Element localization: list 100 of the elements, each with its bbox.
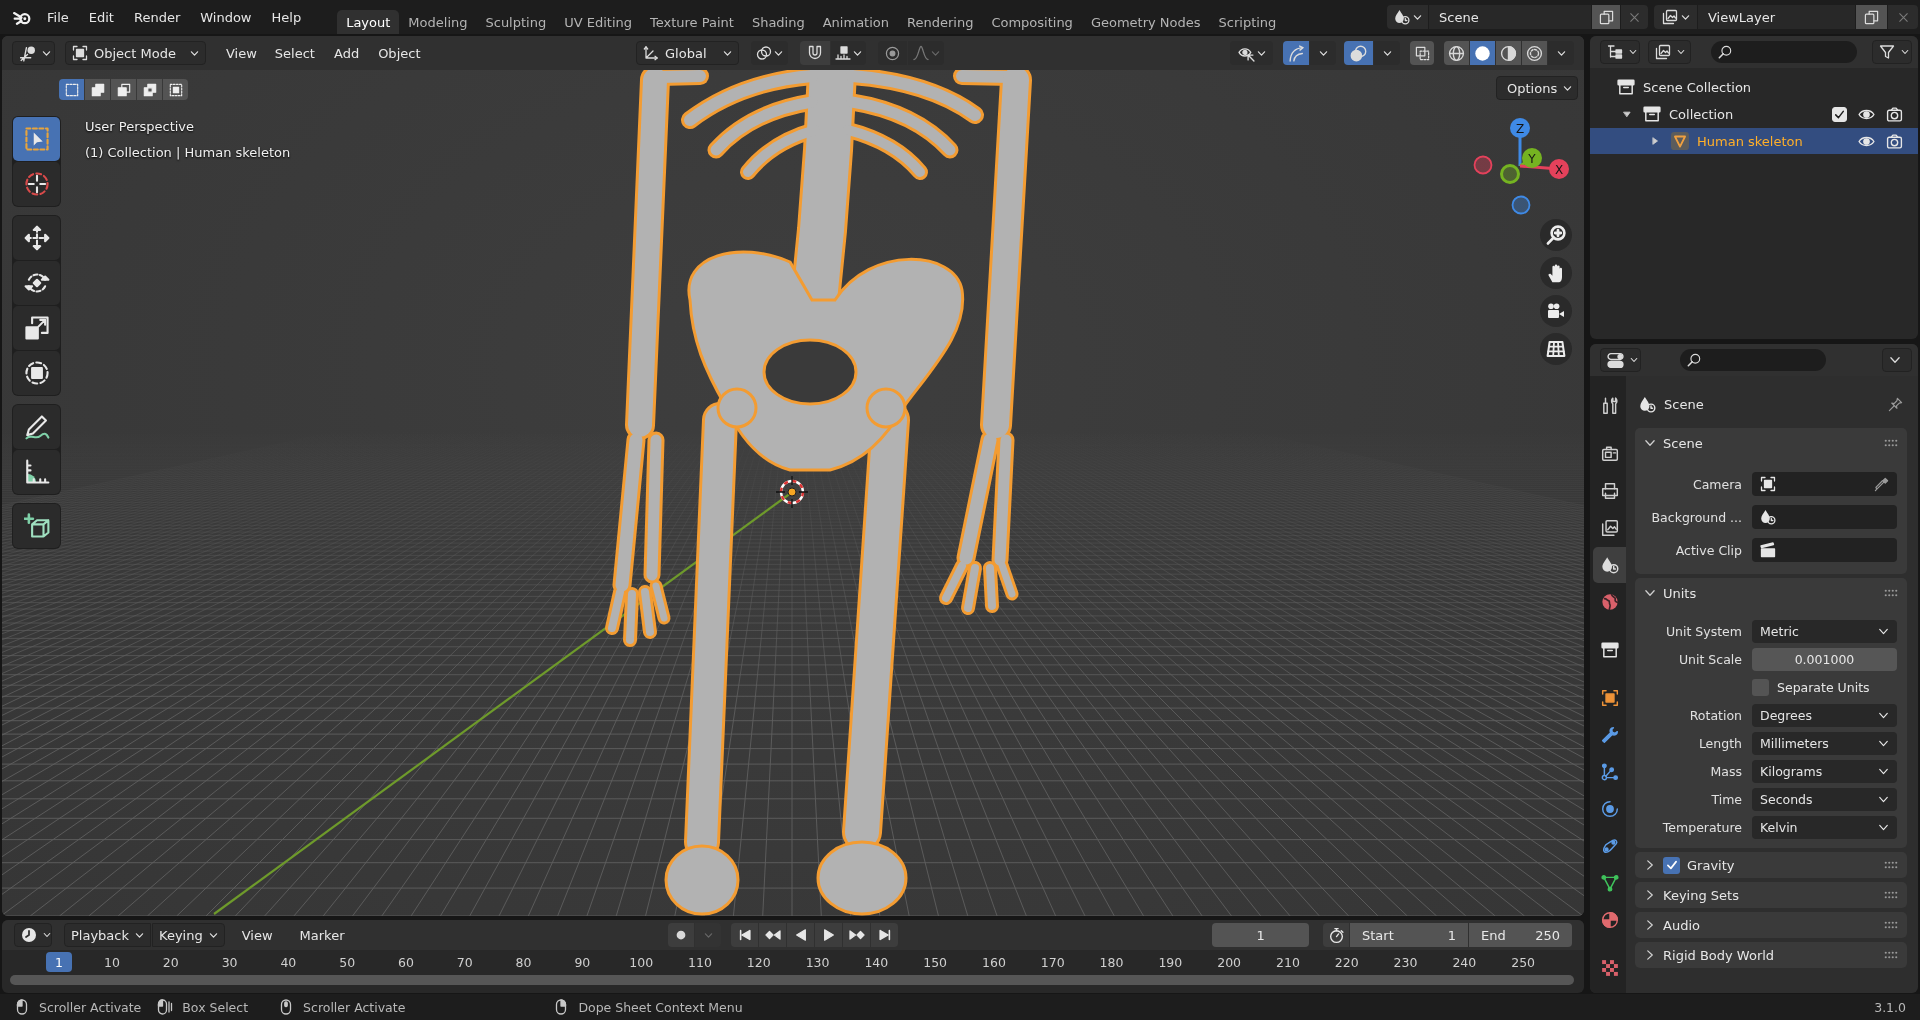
select-mode-button[interactable]: [59, 79, 84, 100]
workspace-tab[interactable]: Rendering: [898, 10, 983, 34]
axis-handle[interactable]: Z: [1510, 118, 1530, 138]
shading-mode-button[interactable]: [1444, 41, 1469, 65]
shading-mode-button[interactable]: [1470, 41, 1495, 65]
select-mode-button[interactable]: [137, 79, 162, 100]
proportional-toggle[interactable]: [878, 41, 908, 65]
negative-axis-handle[interactable]: [1511, 195, 1531, 215]
select-mode-button[interactable]: [111, 79, 136, 100]
menu-item[interactable]: Marker: [289, 923, 355, 947]
select-mode-button[interactable]: [85, 79, 110, 100]
number-field[interactable]: 0.001000: [1752, 648, 1897, 671]
axis-handle[interactable]: X: [1549, 159, 1569, 179]
menu-item[interactable]: Window: [190, 5, 262, 29]
hand-icon[interactable]: [1540, 257, 1572, 289]
tool-button[interactable]: [13, 306, 60, 350]
shading-dropdown[interactable]: [1548, 41, 1574, 65]
menu-item[interactable]: View: [225, 923, 289, 947]
workspace-tab[interactable]: Texture Paint: [641, 10, 743, 34]
triangle-down-icon[interactable]: [1622, 109, 1632, 119]
workspace-tab[interactable]: UV Editing: [555, 10, 641, 34]
menu-item[interactable]: Object: [369, 41, 430, 65]
panel-header[interactable]: Units: [1635, 578, 1907, 608]
workspace-tab[interactable]: Shading: [742, 10, 814, 34]
zoom-icon[interactable]: [1540, 219, 1572, 251]
shading-mode-button[interactable]: [1522, 41, 1547, 65]
dropdown[interactable]: Millimeters: [1752, 732, 1897, 755]
jump-end-button[interactable]: [871, 923, 899, 947]
gizmo-dropdown[interactable]: [1310, 41, 1336, 65]
copy-button[interactable]: [1592, 5, 1620, 29]
scene-browse-button[interactable]: [1387, 5, 1428, 29]
display-mode-dropdown[interactable]: [1600, 40, 1640, 64]
dropdown[interactable]: Kilograms: [1752, 760, 1897, 783]
tool-button[interactable]: [13, 405, 60, 449]
panel-header[interactable]: Audio: [1635, 912, 1907, 938]
editor-type-dropdown[interactable]: [12, 41, 55, 65]
search-field[interactable]: [1680, 349, 1826, 371]
menu-item[interactable]: Add: [324, 41, 369, 65]
next-keyframe-button[interactable]: [843, 923, 871, 947]
view-layer-browse-button[interactable]: [1654, 5, 1697, 29]
tool-button[interactable]: [13, 504, 60, 548]
dropdown[interactable]: Kelvin: [1752, 816, 1897, 839]
play-button[interactable]: [815, 923, 843, 947]
panel-header[interactable]: Keying Sets: [1635, 882, 1907, 908]
menu-item[interactable]: Render: [123, 5, 191, 29]
editor-type-dropdown[interactable]: [1600, 348, 1641, 372]
triangle-right-icon[interactable]: [1650, 136, 1660, 146]
movie-camera-icon[interactable]: [1540, 295, 1572, 327]
tool-button[interactable]: [13, 351, 60, 395]
view-layer-name-field[interactable]: ViewLayer: [1698, 5, 1855, 29]
panel-header[interactable]: Rigid Body World: [1635, 942, 1907, 968]
checkbox[interactable]: [1832, 106, 1847, 122]
workspace-tab[interactable]: Compositing: [982, 10, 1082, 34]
view-layer-dropdown[interactable]: [1648, 40, 1691, 64]
preview-range-toggle[interactable]: [1323, 923, 1349, 947]
tool-button[interactable]: [13, 216, 60, 260]
checkbox[interactable]: [1752, 679, 1769, 696]
camera-icon[interactable]: [1886, 105, 1903, 123]
menu-item[interactable]: View: [218, 41, 265, 65]
current-frame-field[interactable]: 1: [1212, 923, 1309, 947]
properties-tab[interactable]: [1593, 547, 1626, 583]
workspace-tab[interactable]: Scripting: [1209, 10, 1286, 34]
options-dropdown[interactable]: Options: [1496, 76, 1578, 100]
tool-button[interactable]: [13, 261, 60, 305]
snap-toggle[interactable]: [800, 41, 831, 65]
menu-item[interactable]: Select: [265, 41, 324, 65]
outliner-row[interactable]: Human skeleton: [1590, 128, 1918, 154]
menu-dropdown[interactable]: Keying: [152, 923, 225, 947]
start-frame-field[interactable]: Start 1: [1350, 923, 1468, 947]
workspace-tab[interactable]: Animation: [813, 10, 898, 34]
checkbox-option[interactable]: Separate Units: [1752, 676, 1897, 699]
menu-item[interactable]: Edit: [78, 5, 124, 29]
workspace-tab[interactable]: Layout: [337, 10, 400, 34]
data-block-field[interactable]: [1752, 472, 1897, 496]
falloff-dropdown[interactable]: [908, 41, 945, 65]
auto-keying-toggle[interactable]: [668, 923, 695, 947]
grid-icon[interactable]: [1540, 333, 1572, 365]
negative-axis-handle[interactable]: [1500, 164, 1520, 184]
workspace-tab[interactable]: Modeling: [399, 10, 477, 34]
outliner-row[interactable]: Collection: [1590, 101, 1918, 127]
snap-dropdown[interactable]: [831, 41, 867, 65]
shading-mode-button[interactable]: [1496, 41, 1521, 65]
mode-dropdown[interactable]: Object Mode: [65, 41, 206, 65]
workspace-tab[interactable]: Sculpting: [476, 10, 556, 34]
axis-handle[interactable]: Y: [1522, 148, 1542, 168]
dropdown[interactable]: Metric: [1752, 620, 1897, 643]
menu-item[interactable]: File: [37, 5, 79, 29]
checkbox[interactable]: [1663, 856, 1680, 874]
copy-button[interactable]: [1856, 5, 1887, 29]
pin-icon[interactable]: [1888, 396, 1903, 412]
horizontal-scrollbar[interactable]: [10, 975, 1574, 985]
tool-button[interactable]: [13, 162, 60, 206]
filter-dropdown[interactable]: [1872, 40, 1912, 64]
previous-keyframe-button[interactable]: [759, 923, 787, 947]
data-block-field[interactable]: [1752, 538, 1897, 562]
editor-type-dropdown[interactable]: [14, 923, 52, 947]
menu-item[interactable]: Help: [261, 5, 312, 29]
end-frame-field[interactable]: End 250: [1469, 923, 1572, 947]
outliner-row[interactable]: Scene Collection: [1590, 74, 1918, 100]
options-dropdown[interactable]: [1882, 348, 1912, 372]
